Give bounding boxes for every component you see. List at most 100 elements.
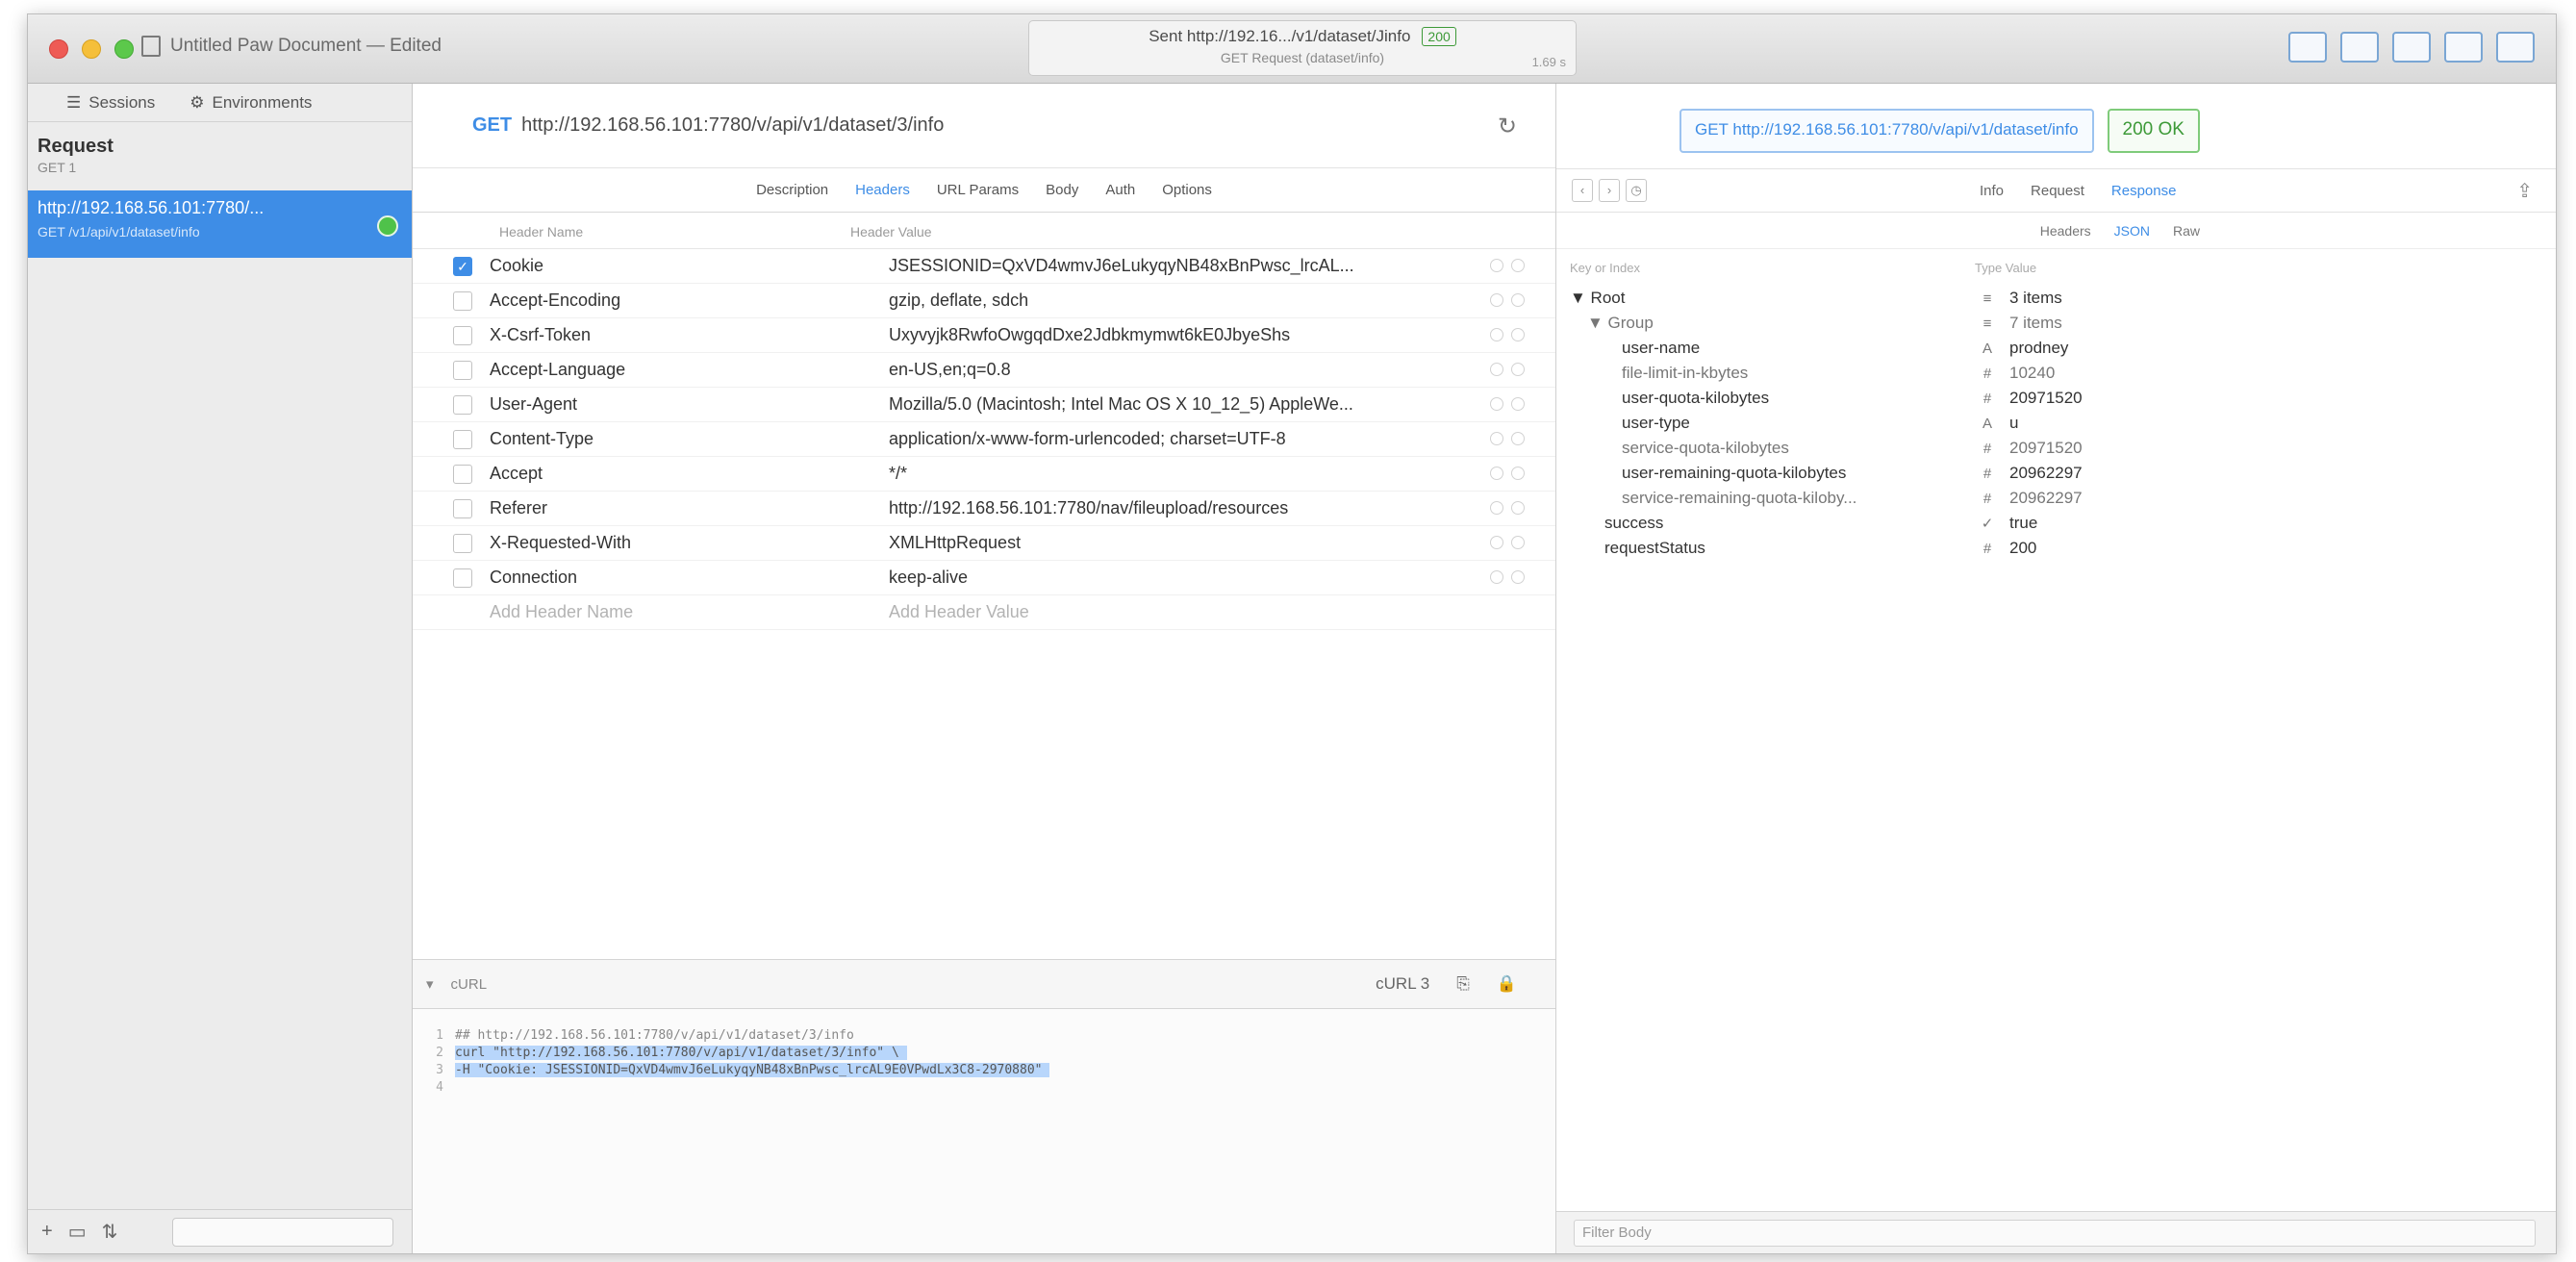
lock-icon[interactable]: 🔒 xyxy=(1497,974,1517,994)
header-row[interactable]: Accept-Language en-US,en;q=0.8 xyxy=(413,353,1555,388)
format-json[interactable]: JSON xyxy=(2114,223,2150,239)
header-value[interactable]: JSESSIONID=QxVD4wmvJ6eLukyqyNB48xBnPwsc_… xyxy=(889,256,1504,276)
dynamic-value-icon[interactable] xyxy=(1490,570,1503,584)
remove-header-icon[interactable] xyxy=(1511,293,1525,307)
layout-chat-icon[interactable] xyxy=(2340,32,2379,63)
header-value[interactable]: */* xyxy=(889,464,1504,484)
tab-url-params[interactable]: URL Params xyxy=(937,182,1019,198)
json-tree-row[interactable]: success ✓ true xyxy=(1556,511,2556,536)
sidebar-filter-input[interactable] xyxy=(172,1218,393,1247)
header-value[interactable]: en-US,en;q=0.8 xyxy=(889,360,1504,380)
header-enabled-checkbox[interactable]: ✓ xyxy=(453,256,472,276)
header-enabled-checkbox[interactable] xyxy=(453,533,472,553)
header-enabled-checkbox[interactable] xyxy=(453,464,472,484)
add-group-icon[interactable]: ▭ xyxy=(68,1220,87,1244)
dynamic-value-icon[interactable] xyxy=(1490,536,1503,549)
add-header-name-input[interactable]: Add Header Name xyxy=(490,602,889,622)
tab-body[interactable]: Body xyxy=(1046,182,1078,198)
json-tree-row[interactable]: service-remaining-quota-kiloby... #209622… xyxy=(1556,486,2556,511)
header-row[interactable]: User-Agent Mozilla/5.0 (Macintosh; Intel … xyxy=(413,388,1555,422)
url-input[interactable]: http://192.168.56.101:7780/v/api/v1/data… xyxy=(521,114,944,137)
layout-grid-icon[interactable] xyxy=(2288,32,2327,63)
layout-split-icon[interactable] xyxy=(2444,32,2483,63)
json-tree-row[interactable]: user-name Aprodney xyxy=(1556,336,2556,361)
remove-header-icon[interactable] xyxy=(1511,536,1525,549)
header-row[interactable]: X-Requested-With XMLHttpRequest xyxy=(413,526,1555,561)
add-request-button[interactable]: + xyxy=(41,1221,53,1243)
dynamic-value-icon[interactable] xyxy=(1490,328,1503,341)
dynamic-value-icon[interactable] xyxy=(1490,432,1503,445)
zoom-window-button[interactable] xyxy=(114,39,134,59)
header-enabled-checkbox[interactable] xyxy=(453,325,472,345)
header-row[interactable]: Accept-Encoding gzip, deflate, sdch xyxy=(413,284,1555,318)
json-tree-row[interactable]: user-quota-kilobytes #20971520 xyxy=(1556,386,2556,411)
header-enabled-checkbox[interactable] xyxy=(453,360,472,380)
tab-response[interactable]: Response xyxy=(2111,183,2177,199)
code-editor[interactable]: 1 ## http://192.168.56.101:7780/v/api/v1/… xyxy=(413,1009,1555,1253)
tab-sessions[interactable]: ☰ Sessions xyxy=(66,93,155,113)
copy-icon[interactable]: ⎘ xyxy=(1456,974,1470,994)
header-value[interactable]: Uxyvyjk8RwfoOwgqdDxe2Jdbkmymwt6kE0JbyeSh… xyxy=(889,325,1504,345)
remove-header-icon[interactable] xyxy=(1511,328,1525,341)
header-enabled-checkbox[interactable] xyxy=(453,290,472,311)
header-enabled-checkbox[interactable] xyxy=(453,429,472,449)
header-row[interactable]: X-Csrf-Token Uxyvyjk8RwfoOwgqdDxe2Jdbkmym… xyxy=(413,318,1555,353)
header-name[interactable]: X-Requested-With xyxy=(490,533,889,553)
header-name[interactable]: Cookie xyxy=(490,256,889,276)
header-name[interactable]: Accept-Language xyxy=(490,360,889,380)
dynamic-value-icon[interactable] xyxy=(1490,293,1503,307)
forward-arrow-icon[interactable]: › xyxy=(1599,179,1620,202)
header-name[interactable]: Accept xyxy=(490,464,889,484)
response-url-badge[interactable]: GET http://192.168.56.101:7780/v/api/v1/… xyxy=(1679,109,2094,153)
send-refresh-icon[interactable]: ↻ xyxy=(1498,113,1517,140)
history-icon[interactable]: ◷ xyxy=(1626,179,1647,202)
json-tree-row[interactable]: service-quota-kilobytes #20971520 xyxy=(1556,436,2556,461)
back-arrow-icon[interactable]: ‹ xyxy=(1572,179,1593,202)
sort-icon[interactable]: ⇅ xyxy=(102,1220,118,1244)
header-name[interactable]: Connection xyxy=(490,568,889,588)
header-value[interactable]: keep-alive xyxy=(889,568,1504,588)
format-raw[interactable]: Raw xyxy=(2173,223,2200,239)
tab-info[interactable]: Info xyxy=(1980,183,2004,199)
layout-image-icon[interactable] xyxy=(2392,32,2431,63)
remove-header-icon[interactable] xyxy=(1511,397,1525,411)
tab-options[interactable]: Options xyxy=(1162,182,1212,198)
remove-header-icon[interactable] xyxy=(1511,259,1525,272)
header-name[interactable]: Accept-Encoding xyxy=(490,290,889,311)
url-bar[interactable]: GET http://192.168.56.101:7780/v/api/v1/… xyxy=(413,84,1555,168)
add-header-row[interactable]: Add Header Name Add Header Value xyxy=(413,595,1555,630)
dynamic-value-icon[interactable] xyxy=(1490,363,1503,376)
header-row[interactable]: Content-Type application/x-www-form-urlen… xyxy=(413,422,1555,457)
activity-indicator[interactable]: Sent http://192.16.../v1/dataset/Jinfo 2… xyxy=(1028,20,1577,76)
remove-header-icon[interactable] xyxy=(1511,501,1525,515)
add-header-value-input[interactable]: Add Header Value xyxy=(889,602,1504,622)
code-toggle-icon[interactable]: ▾ xyxy=(426,975,434,993)
dynamic-value-icon[interactable] xyxy=(1490,397,1503,411)
json-tree-row[interactable]: user-remaining-quota-kilobytes #20962297 xyxy=(1556,461,2556,486)
header-row[interactable]: Accept */* xyxy=(413,457,1555,492)
header-enabled-checkbox[interactable] xyxy=(453,394,472,415)
remove-header-icon[interactable] xyxy=(1511,467,1525,480)
code-generator-count[interactable]: cURL 3 xyxy=(1376,974,1429,994)
header-name[interactable]: Content-Type xyxy=(490,429,889,449)
tab-description[interactable]: Description xyxy=(756,182,828,198)
filter-body-input[interactable]: Filter Body xyxy=(1574,1219,2536,1247)
header-row[interactable]: Connection keep-alive xyxy=(413,561,1555,595)
header-name[interactable]: X-Csrf-Token xyxy=(490,325,889,345)
json-tree-row[interactable]: requestStatus #200 xyxy=(1556,536,2556,561)
header-value[interactable]: Mozilla/5.0 (Macintosh; Intel Mac OS X 1… xyxy=(889,394,1504,415)
code-language-selector[interactable]: cURL xyxy=(451,976,488,993)
share-icon[interactable]: ⇪ xyxy=(2516,179,2533,203)
format-headers[interactable]: Headers xyxy=(2040,223,2091,239)
header-value[interactable]: XMLHttpRequest xyxy=(889,533,1504,553)
tab-environments[interactable]: ⚙ Environments xyxy=(189,93,312,113)
dynamic-value-icon[interactable] xyxy=(1490,501,1503,515)
header-enabled-checkbox[interactable] xyxy=(453,568,472,588)
tab-headers[interactable]: Headers xyxy=(855,182,910,198)
header-row[interactable]: Referer http://192.168.56.101:7780/nav/fi… xyxy=(413,492,1555,526)
json-tree-row[interactable]: file-limit-in-kbytes #10240 xyxy=(1556,361,2556,386)
minimize-window-button[interactable] xyxy=(82,39,101,59)
header-value[interactable]: gzip, deflate, sdch xyxy=(889,290,1504,311)
layout-bottom-icon[interactable] xyxy=(2496,32,2535,63)
header-enabled-checkbox[interactable] xyxy=(453,498,472,518)
